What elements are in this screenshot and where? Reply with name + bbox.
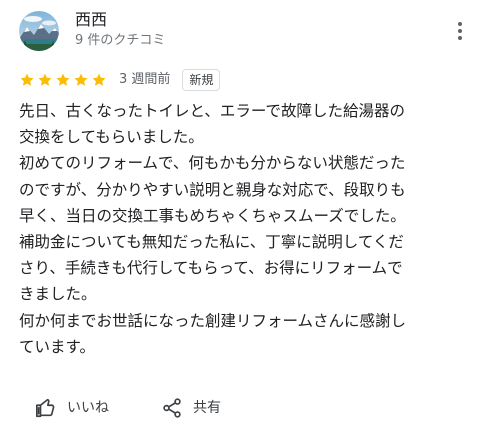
like-label: いいね xyxy=(67,400,109,416)
review-text-line: さり、手続きも代行してもらって、お得にリフォームで xyxy=(19,259,403,278)
review-text-line: 初めてのリフォームで、何もかも分からない状態だった xyxy=(19,154,406,173)
more-vert-icon-dot xyxy=(458,29,462,33)
thumbs-up-icon xyxy=(36,398,55,418)
review-text-line: 早く、当日の交換工事もめちゃくちゃスムーズでした。 xyxy=(19,206,406,225)
review-text-line: ています。 xyxy=(19,337,95,356)
new-badge: 新規 xyxy=(182,69,221,91)
review-actions: いいね 共有 xyxy=(35,395,221,421)
more-vert-icon-dot xyxy=(458,36,462,40)
review-text-line: のですが、分かりやすい説明と親身な対応で、段取りも xyxy=(19,180,406,199)
avatar[interactable] xyxy=(19,11,59,51)
reviewer-review-count[interactable]: 9 件のクチコミ xyxy=(75,32,165,50)
more-options-button[interactable] xyxy=(450,21,470,41)
rating-row: 3 週間前 新規 xyxy=(19,68,221,92)
review-text: 先日、古くなったトイレと、エラーで故障した給湯器の 交換をしてもらいました。初めて… xyxy=(19,98,469,360)
review-header: 西西 9 件のクチコミ xyxy=(19,9,479,53)
star-icon xyxy=(56,73,70,86)
star-icon xyxy=(74,73,88,86)
more-vert-icon xyxy=(458,22,462,26)
like-button[interactable]: いいね xyxy=(35,397,109,419)
reviewer-name[interactable]: 西西 xyxy=(75,10,107,30)
review-text-line: 何か何までお世話になった創建リフォームさんに感謝し xyxy=(19,311,407,330)
review-text-line: きました。 xyxy=(19,285,97,304)
star-icon xyxy=(92,73,106,86)
review-text-line: 先日、古くなったトイレと、エラーで故障した給湯器の xyxy=(19,102,405,120)
review-text-line: 交換をしてもらいました。 xyxy=(19,128,204,147)
share-label: 共有 xyxy=(193,400,221,416)
star-rating xyxy=(19,72,107,88)
share-icon xyxy=(163,398,181,418)
star-icon xyxy=(20,73,34,86)
review-time: 3 週間前 xyxy=(119,72,171,87)
share-button[interactable]: 共有 xyxy=(161,397,221,419)
star-icon xyxy=(38,73,52,86)
review-text-line: 補助金についても無知だった私に、丁寧に説明してくだ xyxy=(19,233,404,252)
